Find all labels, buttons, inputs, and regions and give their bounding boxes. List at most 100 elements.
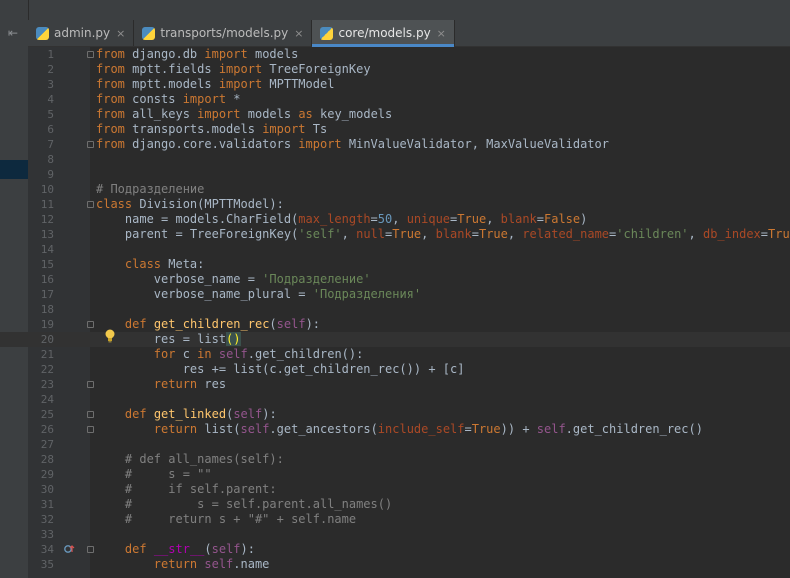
code-text: from mptt.models import MPTTModel: [96, 77, 335, 91]
code-line[interactable]: 16 verbose_name = 'Подразделение': [0, 272, 790, 287]
line-number: 26: [40, 423, 54, 436]
line-number: 33: [40, 528, 54, 541]
line-number: 19: [40, 318, 54, 331]
code-line[interactable]: 24: [0, 392, 790, 407]
window-top-band: [28, 0, 790, 20]
code-line[interactable]: 22 res += list(c.get_children_rec()) + […: [0, 362, 790, 377]
code-line[interactable]: 4 from consts import *: [0, 92, 790, 107]
code-text: def get_children_rec(self):: [124, 317, 321, 331]
close-icon[interactable]: ×: [294, 27, 303, 40]
fold-marker-icon[interactable]: [87, 141, 94, 148]
override-marker-icon[interactable]: [64, 544, 76, 554]
code-line[interactable]: 26 return list(self.get_ancestors(includ…: [0, 422, 790, 437]
code-text: from django.core.validators import MinVa…: [96, 137, 609, 151]
collapse-icon[interactable]: ⇤: [8, 26, 18, 40]
fold-marker-icon[interactable]: [87, 321, 94, 328]
line-number: 12: [40, 213, 54, 226]
fold-marker-icon[interactable]: [87, 201, 94, 208]
code-line[interactable]: 34 def __str__(self):: [0, 542, 790, 557]
close-icon[interactable]: ×: [116, 27, 125, 40]
line-number: 21: [40, 348, 54, 361]
code-text: def __str__(self):: [124, 542, 255, 556]
code-text: from transports.models import Ts: [96, 122, 328, 136]
code-line[interactable]: 30 # if self.parent:: [0, 482, 790, 497]
editor-tab-bar: admin.py × transports/models.py × core/m…: [28, 20, 790, 47]
code-line[interactable]: 19 def get_children_rec(self):: [0, 317, 790, 332]
code-line[interactable]: 18: [0, 302, 790, 317]
tab-core-models-py[interactable]: core/models.py ×: [312, 20, 455, 47]
code-line[interactable]: 11 class Division(MPTTModel):: [0, 197, 790, 212]
code-line[interactable]: 20 res = list(): [0, 332, 790, 347]
code-text: from all_keys import models as key_model…: [96, 107, 393, 121]
code-line[interactable]: 2 from mptt.fields import TreeForeignKey: [0, 62, 790, 77]
code-line[interactable]: 32 # return s + "#" + self.name: [0, 512, 790, 527]
line-number: 25: [40, 408, 54, 421]
code-line[interactable]: 15 class Meta:: [0, 257, 790, 272]
line-number: 23: [40, 378, 54, 391]
code-line[interactable]: 25 def get_linked(self):: [0, 407, 790, 422]
code-line[interactable]: 3 from mptt.models import MPTTModel: [0, 77, 790, 92]
line-number: 4: [47, 93, 54, 106]
line-number: 28: [40, 453, 54, 466]
line-number: 2: [47, 63, 54, 76]
line-number: 24: [40, 393, 54, 406]
line-number: 22: [40, 363, 54, 376]
code-line[interactable]: 17 verbose_name_plural = 'Подразделения': [0, 287, 790, 302]
code-line[interactable]: 31 # s = self.parent.all_names(): [0, 497, 790, 512]
code-line[interactable]: 9: [0, 167, 790, 182]
line-number: 27: [40, 438, 54, 451]
line-number: 5: [47, 108, 54, 121]
line-number: 30: [40, 483, 54, 496]
code-line[interactable]: 14: [0, 242, 790, 257]
code-text: return self.name: [153, 557, 270, 571]
code-line[interactable]: 23 return res: [0, 377, 790, 392]
code-text: return res: [153, 377, 227, 391]
code-line[interactable]: 33: [0, 527, 790, 542]
close-icon[interactable]: ×: [437, 27, 446, 40]
code-line[interactable]: 13 parent = TreeForeignKey('self', null=…: [0, 227, 790, 242]
lightbulb-icon[interactable]: [104, 329, 116, 343]
code-text: verbose_name_plural = 'Подразделения': [96, 287, 422, 301]
code-text: res = list(): [96, 332, 241, 346]
code-line[interactable]: 1 from django.db import models: [0, 47, 790, 62]
line-number: 6: [47, 123, 54, 136]
code-line[interactable]: 7 from django.core.validators import MinV…: [0, 137, 790, 152]
line-number: 32: [40, 513, 54, 526]
line-number: 7: [47, 138, 54, 151]
line-number: 3: [47, 78, 54, 91]
tab-admin-py[interactable]: admin.py ×: [28, 20, 135, 46]
code-line[interactable]: 27: [0, 437, 790, 452]
code-line[interactable]: 29 # s = "": [0, 467, 790, 482]
line-number: 18: [40, 303, 54, 316]
code-line[interactable]: 12 name = models.CharField(max_length=50…: [0, 212, 790, 227]
code-text: for c in self.get_children():: [153, 347, 364, 361]
line-number: 11: [40, 198, 54, 211]
code-line[interactable]: 28 # def all_names(self):: [0, 452, 790, 467]
fold-marker-icon[interactable]: [87, 381, 94, 388]
code-text: res += list(c.get_children_rec()) + [c]: [96, 362, 465, 376]
code-text: class Division(MPTTModel):: [96, 197, 284, 211]
code-text: # s = self.parent.all_names(): [96, 497, 393, 511]
code-line[interactable]: 5 from all_keys import models as key_mode…: [0, 107, 790, 122]
line-number: 13: [40, 228, 54, 241]
fold-marker-icon[interactable]: [87, 426, 94, 433]
code-text: def get_linked(self):: [124, 407, 277, 421]
tab-label: transports/models.py: [160, 26, 289, 40]
fold-marker-icon[interactable]: [87, 546, 94, 553]
tab-transports-models-py[interactable]: transports/models.py ×: [134, 20, 313, 46]
code-line[interactable]: 35 return self.name: [0, 557, 790, 572]
fold-marker-icon[interactable]: [87, 411, 94, 418]
line-number: 20: [40, 333, 54, 346]
code-line[interactable]: 6 from transports.models import Ts: [0, 122, 790, 137]
python-file-icon: [142, 26, 156, 40]
line-number: 8: [47, 153, 54, 166]
fold-marker-icon[interactable]: [87, 51, 94, 58]
line-number: 29: [40, 468, 54, 481]
code-text: # s = "": [96, 467, 212, 481]
code-text: return list(self.get_ancestors(include_s…: [153, 422, 703, 436]
code-line[interactable]: 8: [0, 152, 790, 167]
line-number: 10: [40, 183, 54, 196]
line-number: 1: [47, 48, 54, 61]
code-line[interactable]: 21 for c in self.get_children():: [0, 347, 790, 362]
code-line[interactable]: 10 # Подразделение: [0, 182, 790, 197]
